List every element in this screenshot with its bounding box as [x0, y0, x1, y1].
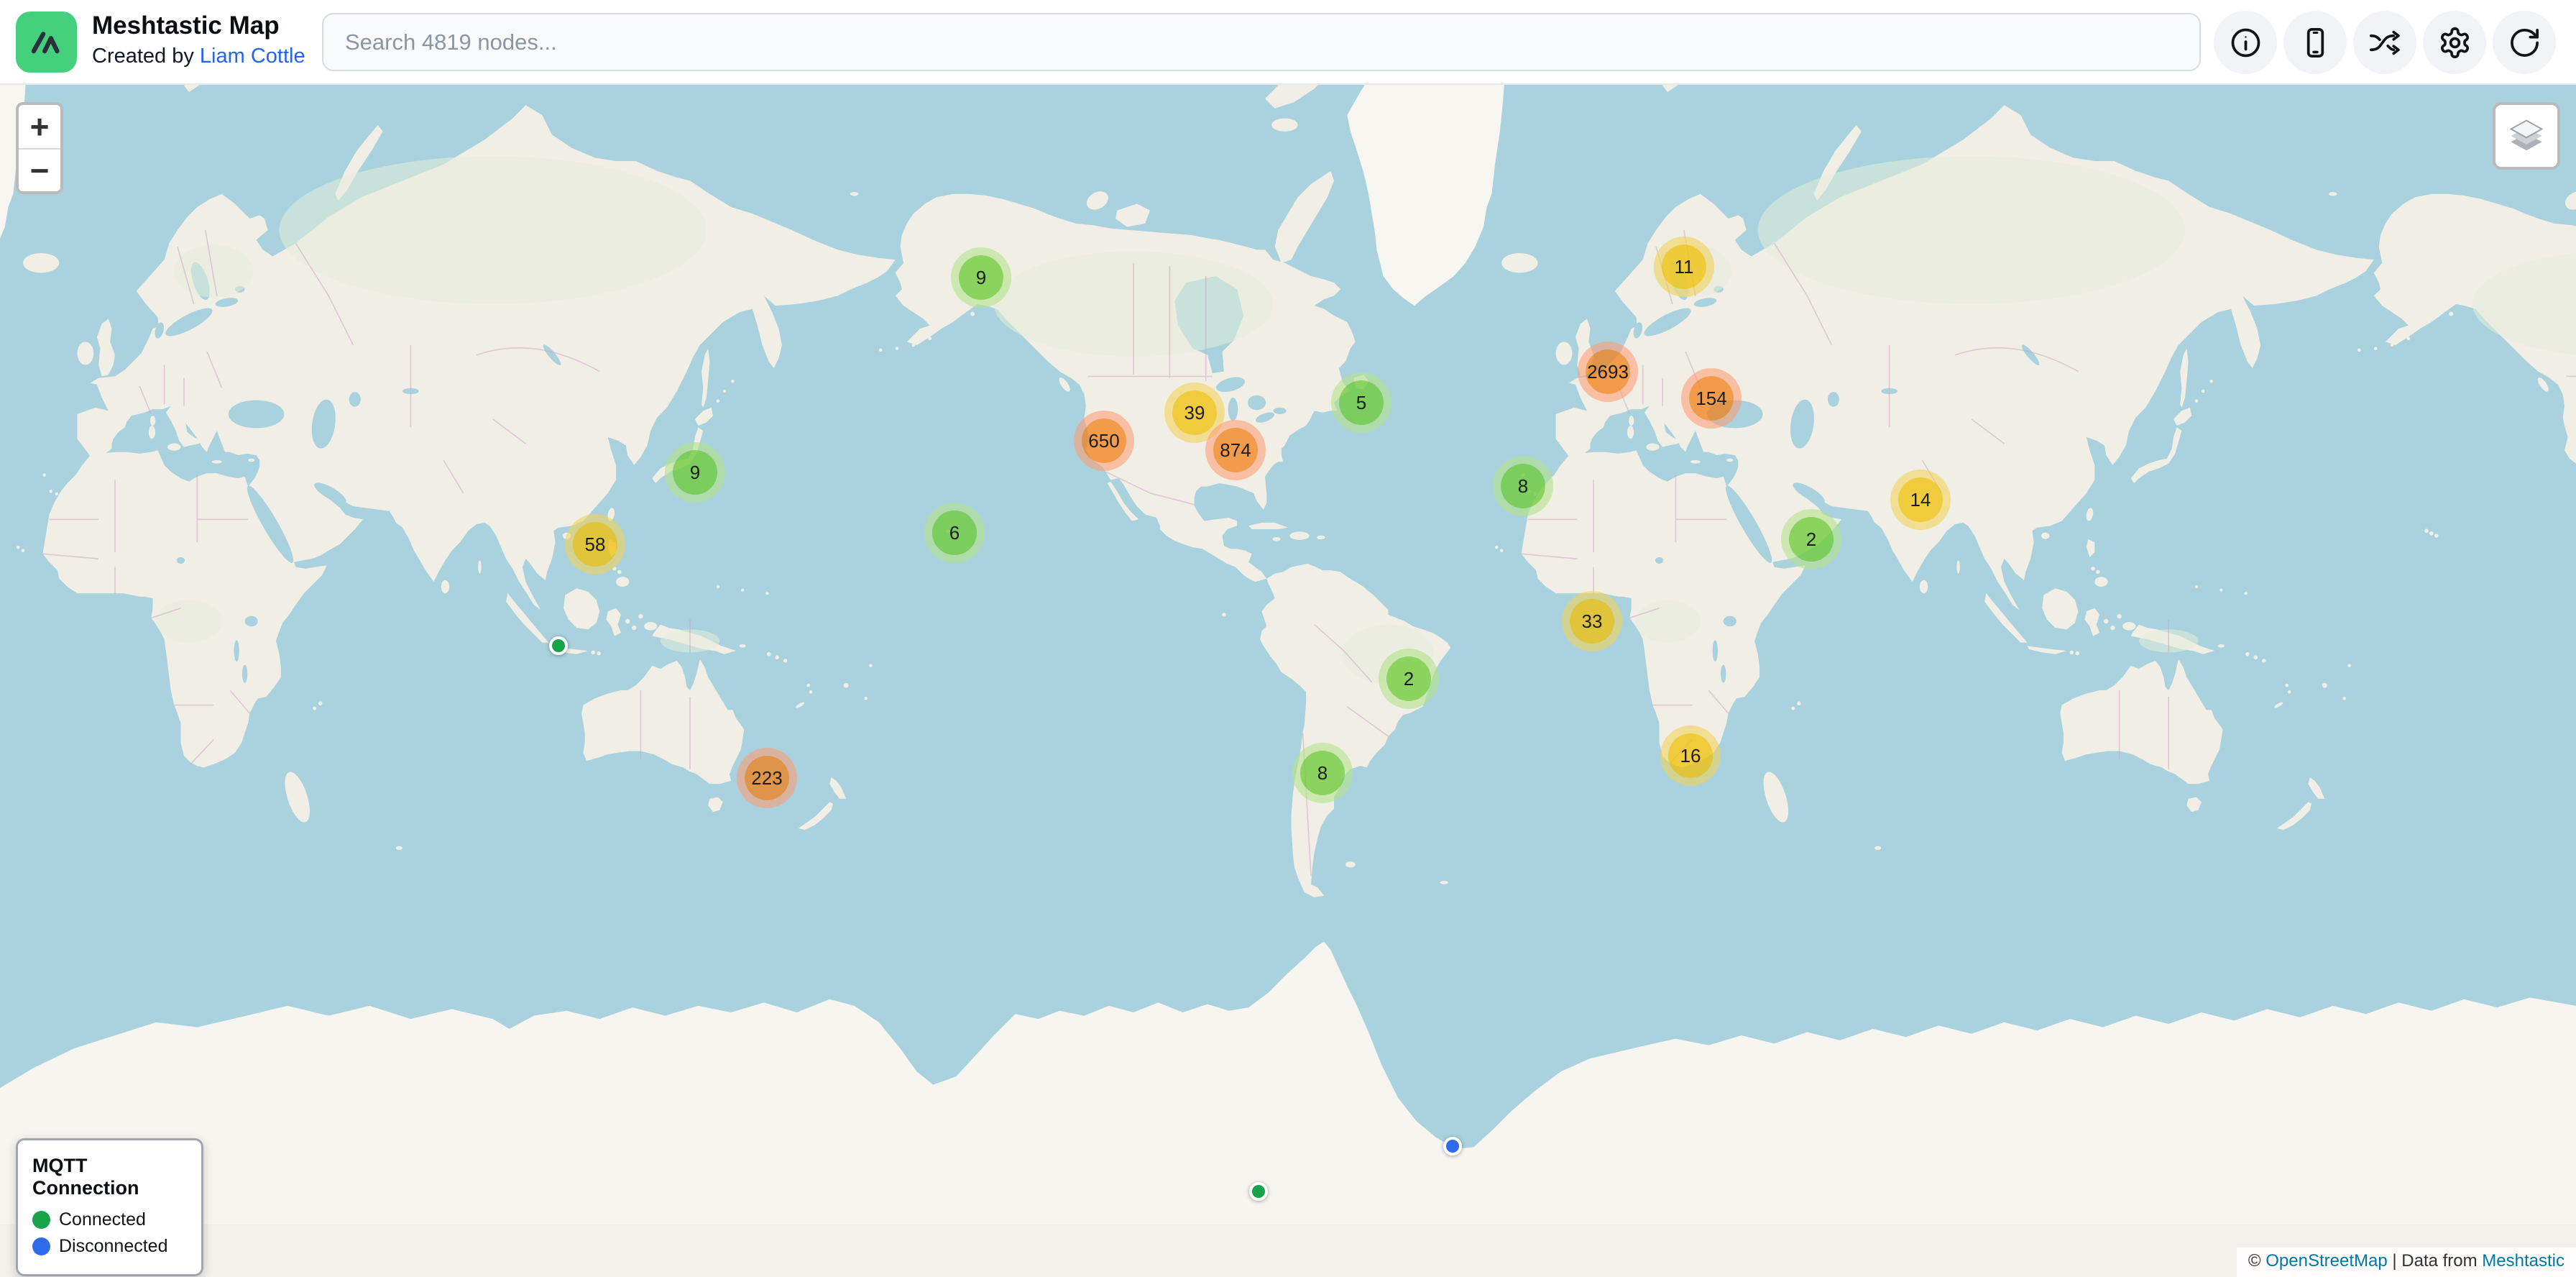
legend-item: Disconnected [32, 1236, 187, 1257]
legend-items: Connected Disconnected [32, 1209, 187, 1257]
cluster-count: 8 [1317, 762, 1328, 784]
cluster-marker[interactable]: 154 [1689, 376, 1734, 421]
cluster-count: 16 [1680, 745, 1701, 767]
meshtastic-logo-icon [26, 22, 68, 63]
cluster-count: 2693 [1587, 361, 1629, 383]
settings-button[interactable] [2423, 11, 2486, 74]
cluster-marker[interactable]: 2 [1386, 656, 1431, 701]
smartphone-icon [2299, 26, 2332, 60]
connected-node-marker[interactable] [549, 636, 568, 655]
cluster-count: 2 [1404, 668, 1414, 690]
cluster-marker[interactable]: 11 [1662, 244, 1706, 289]
cluster-count: 223 [751, 767, 782, 789]
mqtt-legend: MQTT Connection Connected Disconnected [16, 1138, 203, 1276]
cluster-count: 11 [1675, 256, 1694, 278]
cluster-marker[interactable]: 9 [673, 450, 717, 495]
zoom-control: + − [16, 102, 63, 194]
zoom-in-button[interactable]: + [19, 105, 60, 148]
cluster-count: 6 [949, 522, 960, 544]
cluster-count: 9 [976, 267, 986, 289]
byline-prefix: Created by [92, 45, 200, 68]
author-link[interactable]: Liam Cottle [200, 45, 305, 68]
legend-label: Connected [59, 1209, 146, 1230]
meshtastic-map-app: 9 39 650 874 5 11 2693 154 14 8 2 33 16 2 8 223 58 9 6 + −… [0, 0, 2576, 1277]
attribution-separator: | Data from [2388, 1251, 2483, 1271]
cluster-marker[interactable]: 16 [1668, 733, 1713, 778]
mobile-app-button[interactable] [2283, 11, 2347, 74]
meshtastic-logo [16, 12, 77, 73]
cluster-marker[interactable]: 8 [1300, 751, 1345, 795]
osm-link[interactable]: OpenStreetMap [2266, 1251, 2387, 1271]
disconnected-dot-icon [32, 1237, 50, 1255]
layers-control[interactable] [2493, 102, 2560, 170]
cluster-marker[interactable]: 6 [932, 511, 977, 555]
layers-icon [2504, 114, 2549, 158]
cluster-count: 5 [1356, 392, 1366, 414]
cluster-marker[interactable]: 5 [1339, 380, 1384, 425]
cluster-count: 8 [1518, 475, 1528, 498]
markers-layer: 9 39 650 874 5 11 2693 154 14 8 2 33 16 2 8 223 58 9 6 [0, 0, 2576, 1277]
attribution-copyright: © [2248, 1251, 2266, 1271]
random-node-button[interactable] [2353, 11, 2416, 74]
cluster-marker[interactable]: 39 [1172, 390, 1217, 435]
attribution: © OpenStreetMap | Data from Meshtastic [2237, 1248, 2576, 1277]
cluster-marker[interactable]: 9 [959, 255, 1003, 300]
page-title: Meshtastic Map [92, 10, 305, 42]
legend-title: MQTT Connection [32, 1155, 187, 1199]
cluster-count: 58 [585, 534, 606, 556]
cluster-count: 2 [1806, 528, 1816, 551]
refresh-icon [2508, 26, 2542, 60]
cluster-count: 33 [1582, 610, 1603, 633]
cluster-count: 14 [1910, 489, 1931, 511]
info-button[interactable] [2214, 11, 2277, 74]
cluster-marker[interactable]: 8 [1501, 464, 1545, 508]
cluster-count: 874 [1220, 439, 1251, 462]
cluster-count: 39 [1184, 402, 1205, 424]
cluster-count: 9 [690, 462, 700, 484]
cluster-count: 154 [1696, 388, 1726, 410]
legend-label: Disconnected [59, 1236, 167, 1257]
cluster-marker[interactable]: 2 [1789, 517, 1834, 562]
cluster-marker[interactable]: 223 [745, 756, 789, 800]
disconnected-node-marker[interactable] [1443, 1137, 1462, 1155]
cluster-marker[interactable]: 33 [1570, 599, 1614, 644]
connected-dot-icon [32, 1211, 50, 1229]
byline: Created by Liam Cottle [92, 42, 305, 70]
settings-icon [2438, 26, 2472, 60]
info-icon [2229, 26, 2263, 60]
connected-node-marker[interactable] [1249, 1182, 1268, 1201]
cluster-marker[interactable]: 2693 [1586, 349, 1630, 394]
cluster-marker[interactable]: 650 [1082, 418, 1126, 463]
refresh-button[interactable] [2493, 11, 2556, 74]
top-bar: Meshtastic Map Created by Liam Cottle [0, 0, 2576, 85]
cluster-count: 650 [1088, 430, 1119, 452]
cluster-marker[interactable]: 874 [1213, 428, 1258, 472]
cluster-marker[interactable]: 14 [1898, 477, 1943, 522]
shuffle-icon [2368, 26, 2402, 60]
meshtastic-link[interactable]: Meshtastic [2482, 1251, 2564, 1271]
cluster-marker[interactable]: 58 [573, 522, 617, 567]
zoom-out-button[interactable]: − [19, 148, 60, 191]
search-input[interactable] [322, 13, 2201, 71]
legend-item: Connected [32, 1209, 187, 1230]
